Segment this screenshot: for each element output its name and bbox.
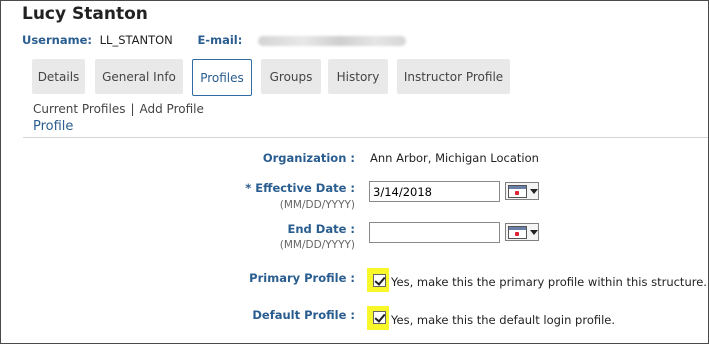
user-info-line: Username: LL_STANTON E-mail: — [22, 33, 406, 47]
section-title: Profile — [33, 119, 74, 134]
dropdown-arrow-icon — [530, 229, 538, 235]
username-value: LL_STANTON — [99, 33, 173, 47]
section-divider — [23, 137, 708, 138]
end-date-label: End Date : — [287, 222, 355, 236]
organization-label: Organization : — [262, 151, 355, 165]
effective-date-input[interactable] — [369, 181, 500, 202]
username-label: Username: — [22, 33, 92, 47]
sub-navigation: Current Profiles | Add Profile — [33, 102, 204, 116]
current-profiles-link[interactable]: Current Profiles — [33, 102, 125, 116]
subnav-separator: | — [130, 102, 135, 116]
tab-general-info[interactable]: General Info — [95, 59, 183, 94]
profile-window: Lucy Stanton Username: LL_STANTON E-mail… — [0, 0, 709, 344]
primary-profile-text: Yes, make this the primary profile withi… — [391, 275, 707, 289]
default-profile-text: Yes, make this the default login profile… — [391, 313, 616, 327]
add-profile-link[interactable]: Add Profile — [140, 102, 204, 116]
primary-profile-label: Primary Profile : — [249, 271, 355, 285]
primary-profile-checkbox[interactable] — [373, 274, 386, 287]
tab-details[interactable]: Details — [32, 59, 85, 94]
tab-groups[interactable]: Groups — [261, 59, 321, 94]
calendar-icon — [508, 184, 527, 198]
effective-date-calendar-button[interactable] — [505, 182, 539, 200]
email-value-redacted — [257, 35, 406, 46]
default-profile-checkbox[interactable] — [373, 311, 386, 324]
end-date-calendar-button[interactable] — [505, 223, 539, 241]
email-label: E-mail: — [197, 33, 243, 47]
end-date-input[interactable] — [369, 222, 500, 243]
calendar-icon — [508, 225, 527, 239]
end-date-hint: (MM/DD/YYYY) — [279, 239, 355, 251]
default-profile-label: Default Profile : — [252, 308, 355, 322]
organization-value: Ann Arbor, Michigan Location — [370, 151, 539, 165]
tab-history[interactable]: History — [328, 59, 388, 94]
tab-instructor-profile[interactable]: Instructor Profile — [397, 59, 510, 94]
effective-date-hint: (MM/DD/YYYY) — [279, 199, 355, 211]
dropdown-arrow-icon — [530, 188, 538, 194]
effective-date-label: * Effective Date : — [245, 181, 355, 195]
tab-profiles[interactable]: Profiles — [192, 59, 252, 96]
page-title: Lucy Stanton — [22, 4, 148, 24]
